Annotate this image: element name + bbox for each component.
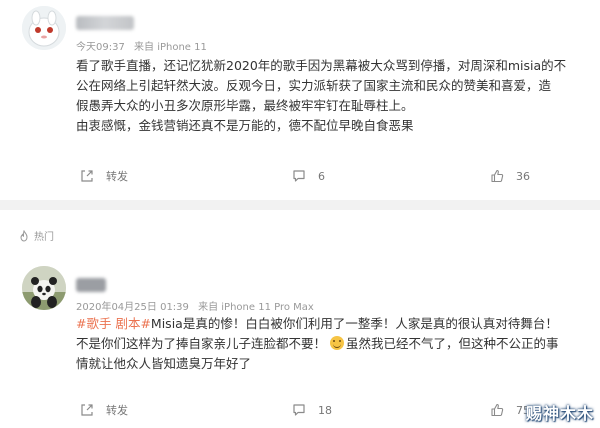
hot-label: 热门 [34, 232, 54, 243]
flame-icon [20, 229, 28, 242]
like-button[interactable]: 36 [490, 166, 530, 186]
post-line: 假愚弄大众的小丑多次原形毕露，最终被牢牢钉在耻辱柱上。 [76, 98, 414, 113]
comment-card-2: 2020年04月25日 01:39 来自 iPhone 11 Pro Max #… [0, 256, 600, 428]
thumbs-up-icon [491, 169, 504, 183]
comment-button[interactable]: 6 [292, 166, 325, 186]
hot-section-header: 热门 [18, 228, 54, 243]
comment-count: 6 [318, 169, 325, 183]
smiley-emoji-icon [330, 336, 344, 350]
like-count: 36 [516, 169, 530, 183]
username-blurred[interactable] [76, 278, 106, 292]
like-button[interactable]: 75 [490, 400, 530, 420]
post-line: 公在网络上引起轩然大波。反观今日，实力派斩获了国家主流和民众的赞美和喜爱，造 [76, 78, 552, 93]
share-button[interactable]: 转发 [80, 400, 128, 420]
action-bar: 转发 18 75 [0, 400, 600, 420]
post-source: 来自 iPhone 11 [134, 42, 207, 53]
post-line: #歌手 剧本#Misia是真的惨！白白被你们利用了一整季！人家是真的很认真对待舞… [76, 314, 588, 334]
action-bar: 转发 6 36 [0, 166, 600, 186]
comment-icon [293, 170, 305, 182]
post-text: 不是你们这样为了捧自家亲儿子连脸都不要！ [76, 336, 327, 351]
post-line: 看了歌手直播，还记忆犹新2020年的歌手因为黑幕被大众骂到停播，对周深和misi… [76, 58, 567, 73]
thumbs-up-icon [491, 403, 504, 417]
post-source: 来自 iPhone 11 Pro Max [198, 302, 314, 313]
share-icon [81, 404, 93, 416]
comment-count: 18 [318, 403, 332, 417]
post-text: Misia是真的惨！白白被你们利用了一整季！人家是真的很认真对待舞台！ [150, 316, 558, 331]
share-icon [81, 170, 93, 182]
avatar-image [22, 6, 66, 50]
share-button[interactable]: 转发 [80, 166, 128, 186]
post-meta: 今天09:37 来自 iPhone 11 [76, 38, 213, 53]
avatar[interactable] [22, 266, 66, 310]
share-label: 转发 [106, 404, 128, 417]
post-time: 2020年04月25日 01:39 [76, 302, 189, 313]
comment-icon [293, 404, 305, 416]
comment-button[interactable]: 18 [292, 400, 332, 420]
post-line: 由衷感慨，金钱营销还真不是万能的，德不配位早晚自食恶果 [76, 118, 414, 133]
post-line: 不是你们这样为了捧自家亲儿子连脸都不要！ 虽然我已经不气了，但这种不公正的事 [76, 334, 588, 354]
share-label: 转发 [106, 170, 128, 183]
post-body: #歌手 剧本#Misia是真的惨！白白被你们利用了一整季！人家是真的很认真对待舞… [76, 314, 588, 374]
comment-card-1: 今天09:37 来自 iPhone 11 看了歌手直播，还记忆犹新2020年的歌… [0, 0, 600, 200]
post-text: 虽然我已经不气了，但这种不公正的事 [346, 336, 559, 351]
post-line: 情就让他众人皆知遗臭万年好了 [76, 356, 252, 371]
avatar[interactable] [22, 6, 66, 50]
avatar-image [22, 266, 66, 310]
post-body: 看了歌手直播，还记忆犹新2020年的歌手因为黑幕被大众骂到停播，对周深和misi… [76, 56, 588, 136]
username-blurred[interactable] [76, 16, 134, 30]
section-divider [0, 200, 600, 210]
post-time: 今天09:37 [76, 42, 125, 53]
topic-tag[interactable]: #歌手 剧本# [76, 316, 151, 331]
watermark: 赐神木木 [525, 404, 594, 423]
post-meta: 2020年04月25日 01:39 来自 iPhone 11 Pro Max [76, 298, 320, 313]
